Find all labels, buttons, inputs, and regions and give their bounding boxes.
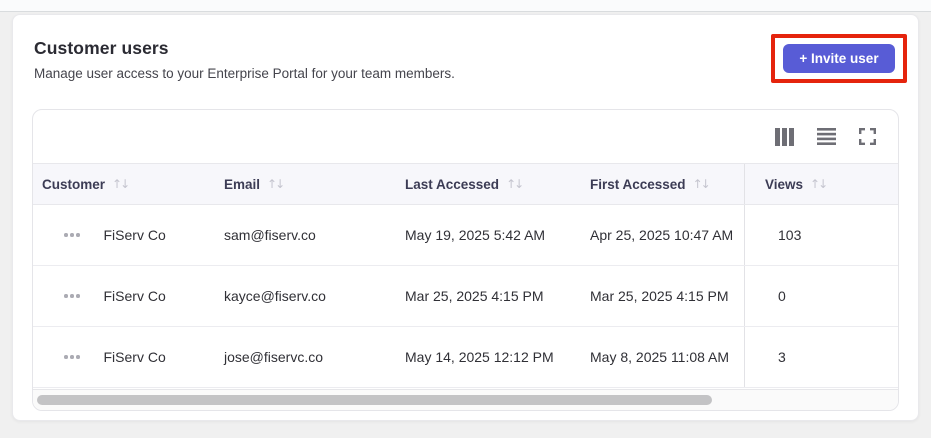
customer-name: FiServ Co <box>103 349 166 365</box>
row-menu-icon[interactable] <box>62 290 82 302</box>
annotation-highlight-box: + Invite user <box>771 34 907 83</box>
cell-last-accessed: Mar 25, 2025 4:15 PM <box>405 288 544 304</box>
row-menu-icon[interactable] <box>62 351 82 363</box>
cell-last-accessed: May 14, 2025 12:12 PM <box>405 349 554 365</box>
cell-views: 3 <box>778 349 786 365</box>
sort-icon[interactable]: ↑↓ <box>112 177 130 191</box>
cell-email: kayce@fiserv.co <box>224 288 326 304</box>
scrollbar-thumb[interactable] <box>37 395 712 405</box>
table-row: FiServ Co sam@fiserv.co May 19, 2025 5:4… <box>33 205 898 266</box>
top-edge-toolbar <box>0 0 931 12</box>
table-header-row: Customer ↑↓ Email ↑↓ Last Accessed ↑↓ Fi… <box>33 163 898 205</box>
column-header-views[interactable]: Views ↑↓ <box>745 177 898 192</box>
cell-views: 103 <box>778 227 802 243</box>
table-toolbar <box>33 110 898 163</box>
cell-last-accessed: May 19, 2025 5:42 AM <box>405 227 546 243</box>
cell-first-accessed: Apr 25, 2025 10:47 AM <box>581 205 745 265</box>
customer-name: FiServ Co <box>103 288 166 304</box>
column-label: First Accessed <box>590 176 686 192</box>
users-table: Customer ↑↓ Email ↑↓ Last Accessed ↑↓ Fi… <box>32 109 899 411</box>
row-menu-icon[interactable] <box>62 229 82 241</box>
sort-icon[interactable]: ↑↓ <box>810 177 828 191</box>
customer-users-card: Customer users Manage user access to you… <box>12 14 919 421</box>
columns-icon[interactable] <box>775 127 794 146</box>
column-label: Email <box>224 176 261 192</box>
cell-views: 0 <box>778 288 786 304</box>
sort-icon[interactable]: ↑↓ <box>693 177 711 191</box>
column-label: Customer <box>42 176 106 192</box>
fullscreen-icon[interactable] <box>859 128 876 145</box>
column-header-last-accessed[interactable]: Last Accessed ↑↓ <box>396 177 581 192</box>
column-header-email[interactable]: Email ↑↓ <box>215 177 396 192</box>
cell-email: jose@fiservc.co <box>224 349 324 365</box>
table-row: FiServ Co jose@fiservc.co May 14, 2025 1… <box>33 327 898 388</box>
customer-name: FiServ Co <box>103 227 166 243</box>
table-row: FiServ Co kayce@fiserv.co Mar 25, 2025 4… <box>33 266 898 327</box>
viewport: Customer users Manage user access to you… <box>0 0 931 438</box>
cell-first-accessed: Mar 25, 2025 4:15 PM <box>581 266 745 326</box>
cell-email: sam@fiserv.co <box>224 227 316 243</box>
density-icon[interactable] <box>817 128 836 145</box>
cell-customer: FiServ Co <box>33 327 215 387</box>
column-label: Last Accessed <box>405 176 500 192</box>
sort-icon[interactable]: ↑↓ <box>267 177 285 191</box>
cell-first-accessed: May 8, 2025 11:08 AM <box>581 327 745 387</box>
page-subtitle: Manage user access to your Enterprise Po… <box>34 66 455 81</box>
invite-user-button[interactable]: + Invite user <box>783 44 895 73</box>
column-label: Views <box>765 176 804 192</box>
cell-customer: FiServ Co <box>33 266 215 326</box>
sort-icon[interactable]: ↑↓ <box>506 177 524 191</box>
column-header-first-accessed[interactable]: First Accessed ↑↓ <box>581 164 745 204</box>
column-header-customer[interactable]: Customer ↑↓ <box>33 177 215 192</box>
horizontal-scrollbar[interactable] <box>33 389 898 410</box>
page-title: Customer users <box>34 38 169 58</box>
cell-customer: FiServ Co <box>33 205 215 265</box>
